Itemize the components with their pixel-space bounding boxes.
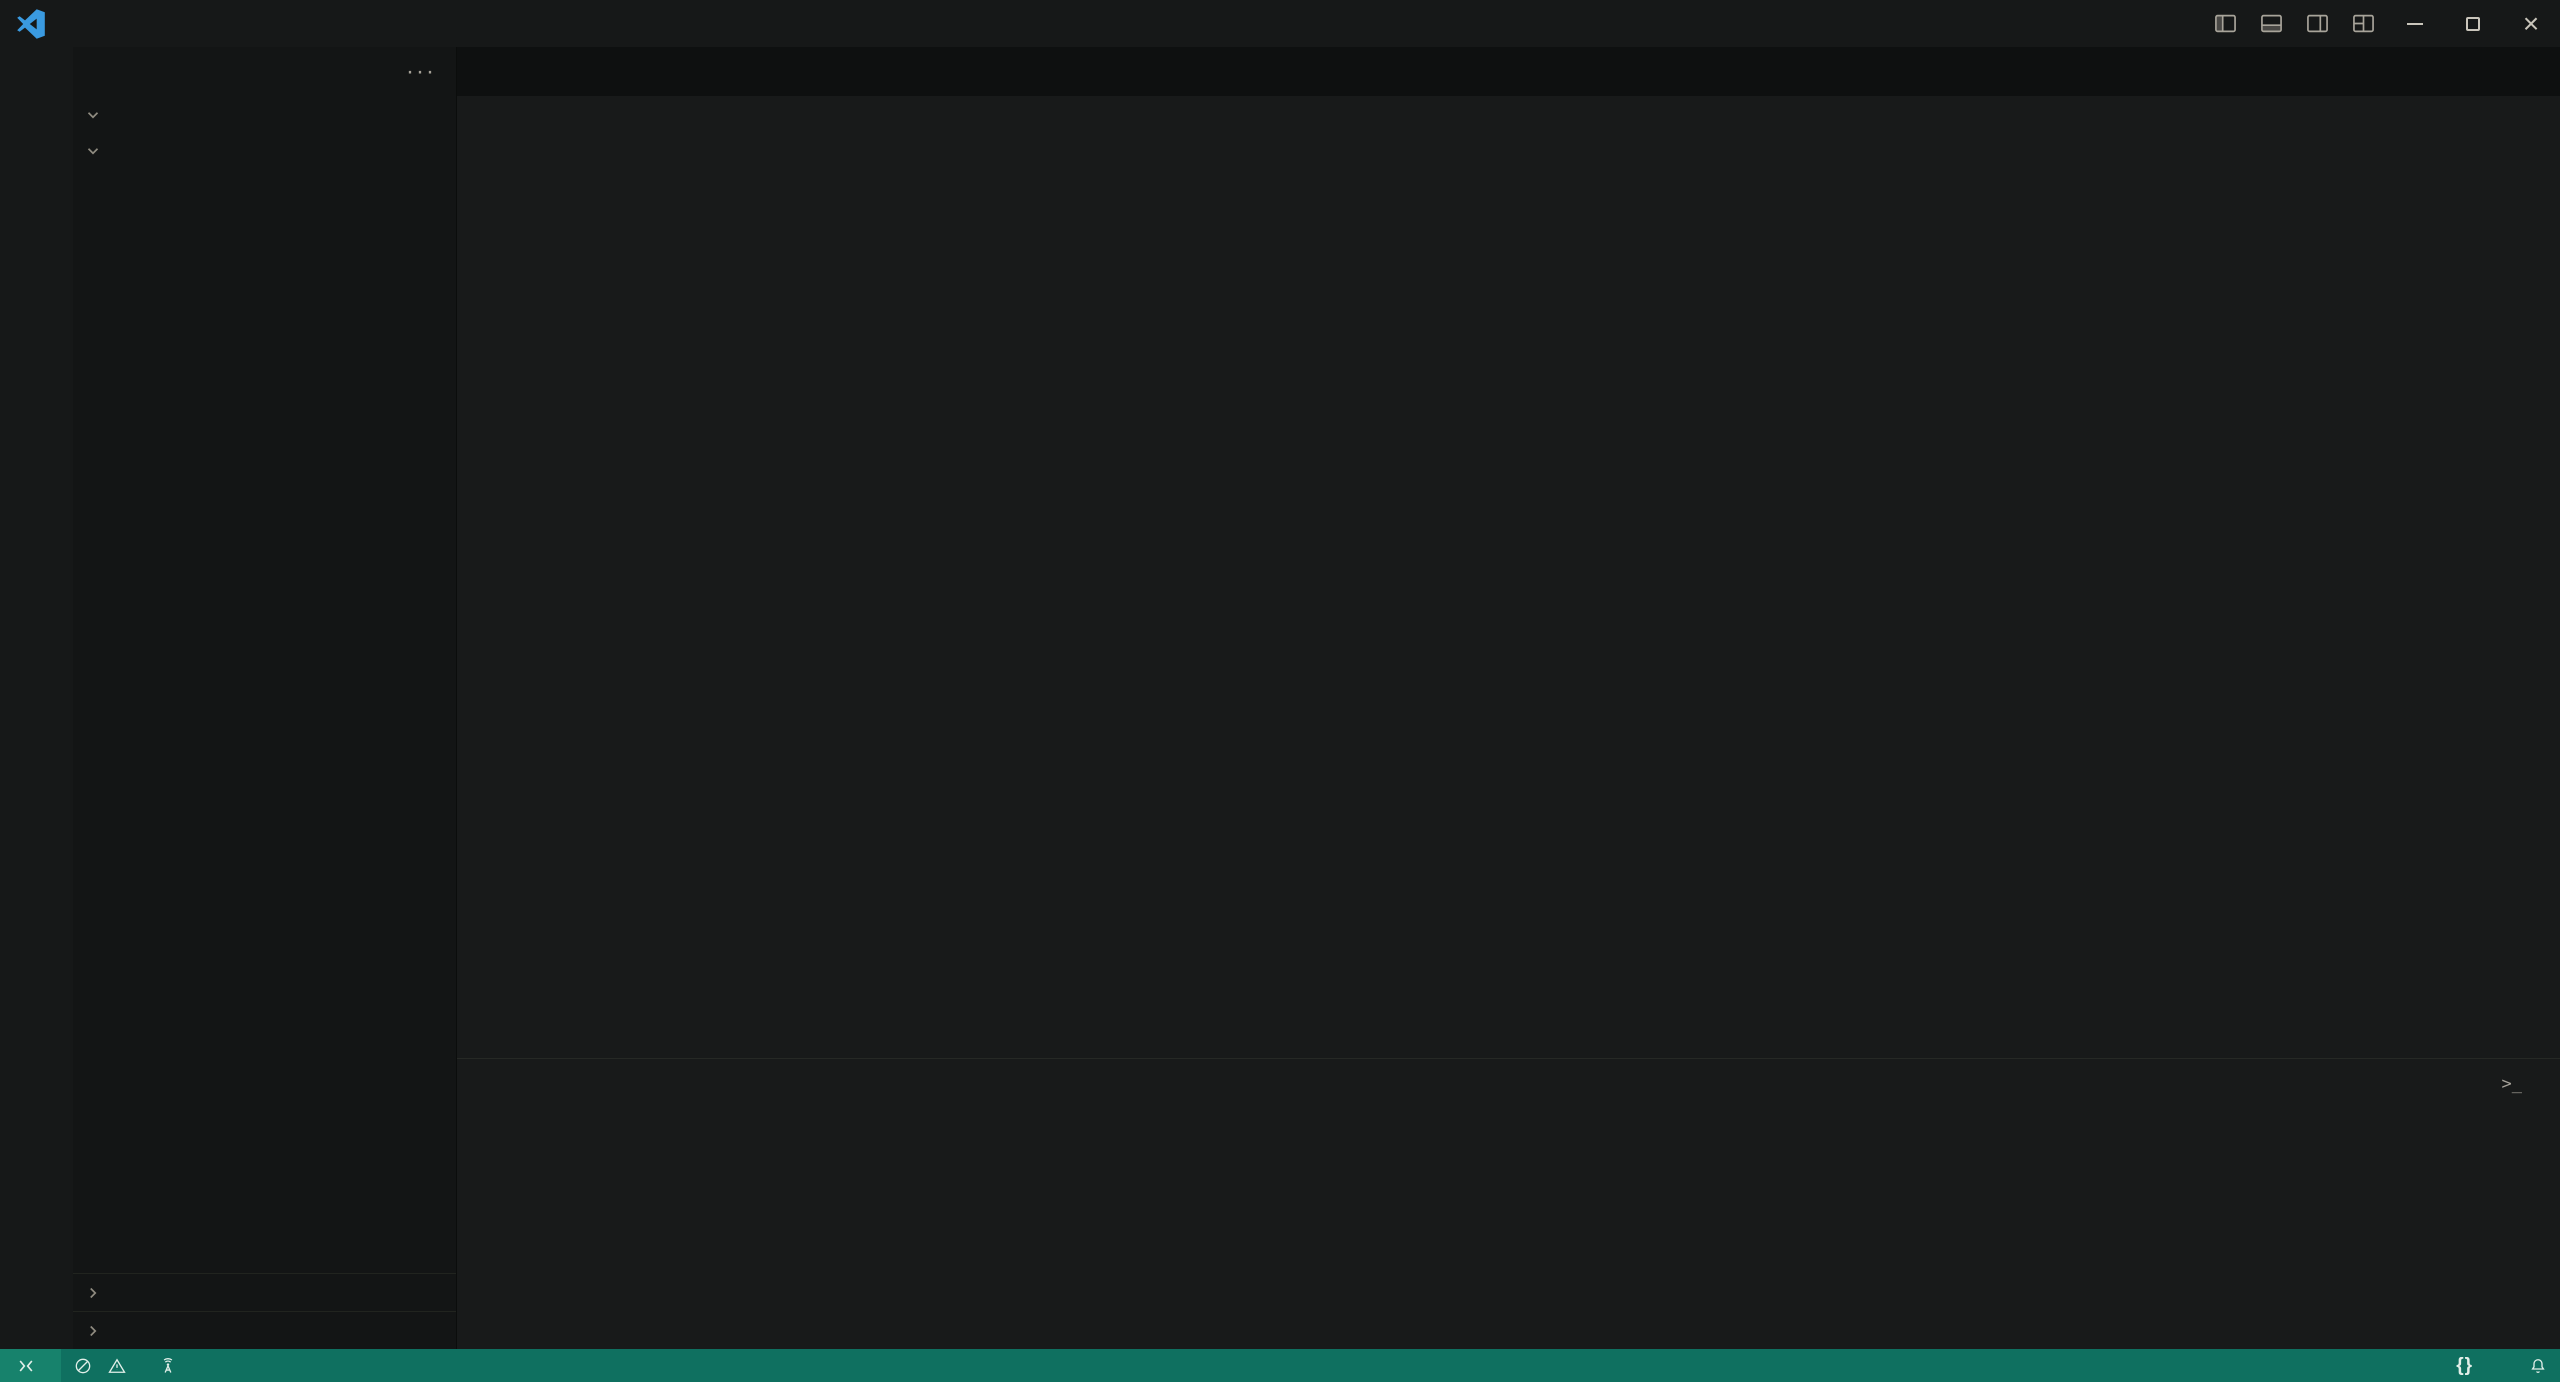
sidebar-title-row: ··· [73, 47, 456, 97]
radio-tower-icon [158, 1356, 178, 1376]
toggle-secondary-sidebar-icon[interactable] [2294, 0, 2340, 47]
terminal-shell-icon: >_ [2502, 1074, 2522, 1094]
code-lines [457, 132, 2560, 138]
warning-icon [107, 1356, 127, 1376]
maximize-button[interactable] [2444, 0, 2502, 47]
explorer-more-actions-icon[interactable]: ··· [406, 67, 436, 77]
chevron-right-icon [81, 1322, 105, 1340]
eol-sequence[interactable] [2420, 1349, 2444, 1382]
outline-header[interactable] [73, 1273, 456, 1311]
cursor-position[interactable] [2348, 1349, 2372, 1382]
minimize-button[interactable] [2386, 0, 2444, 47]
sidebar-spacer [73, 169, 456, 1273]
notifications-bell[interactable] [2516, 1349, 2560, 1382]
terminal[interactable] [457, 1108, 2560, 1349]
status-bar: {} [0, 1349, 2560, 1382]
language-mode[interactable]: {} [2444, 1349, 2492, 1382]
workspace-header[interactable] [73, 133, 456, 169]
activity-bar [0, 47, 73, 1349]
terminal-actions: >_ [2502, 1059, 2560, 1108]
bell-icon [2528, 1356, 2548, 1376]
toggle-sidebar-icon[interactable] [2202, 0, 2248, 47]
chevron-right-icon [81, 1284, 105, 1302]
chevron-down-icon [81, 106, 105, 124]
vscode-logo-icon [16, 9, 46, 39]
chevron-down-icon [81, 142, 105, 160]
tab-bar [457, 47, 2560, 96]
titlebar-actions: × [2202, 0, 2560, 47]
panel-header: >_ [457, 1059, 2560, 1108]
editor-actions [2546, 47, 2560, 96]
problems-indicator[interactable] [61, 1349, 146, 1382]
title-bar: × [0, 0, 2560, 47]
indentation[interactable] [2372, 1349, 2396, 1382]
code-editor[interactable] [457, 132, 2560, 1058]
bottom-panel: >_ [457, 1058, 2560, 1349]
timeline-header[interactable] [73, 1311, 456, 1349]
remote-indicator[interactable] [0, 1349, 61, 1382]
toggle-panel-icon[interactable] [2248, 0, 2294, 47]
editor-area: >_ [457, 47, 2560, 1349]
open-editors-header[interactable] [73, 97, 456, 133]
close-window-button[interactable]: × [2502, 0, 2560, 47]
explorer-sidebar: ··· [73, 47, 457, 1349]
breadcrumb [457, 96, 2560, 132]
ports-indicator[interactable] [146, 1349, 197, 1382]
vscode-window: × ··· [0, 0, 2560, 1382]
encoding[interactable] [2396, 1349, 2420, 1382]
vim-mode[interactable] [197, 1349, 221, 1382]
braces-icon: {} [2456, 1355, 2473, 1377]
os-indicator[interactable] [2492, 1349, 2516, 1382]
customize-layout-icon[interactable] [2340, 0, 2386, 47]
status-bar-right: {} [2348, 1349, 2560, 1382]
error-icon [73, 1356, 93, 1376]
workbench: ··· [0, 47, 2560, 1349]
remote-icon [16, 1356, 36, 1376]
